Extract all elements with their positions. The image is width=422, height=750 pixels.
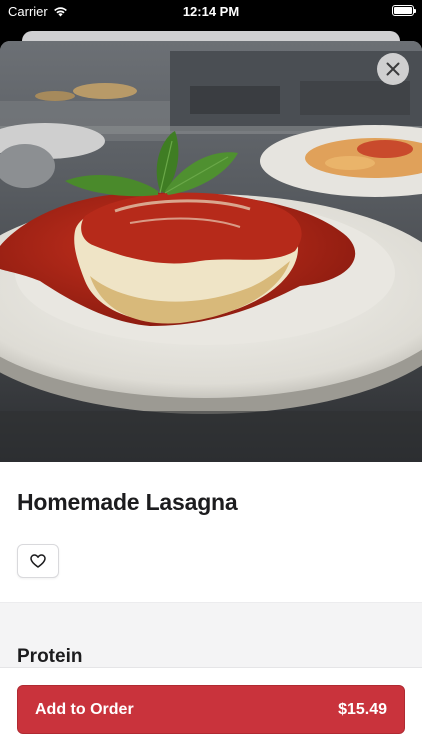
status-time: 12:14 PM (182, 4, 240, 19)
close-icon (386, 62, 400, 76)
add-to-order-button[interactable]: Add to Order $15.49 (17, 685, 405, 734)
battery-icon (392, 5, 416, 16)
battery-group (392, 5, 416, 16)
favorite-button[interactable] (17, 544, 59, 578)
add-to-order-label: Add to Order (35, 700, 134, 718)
item-title: Homemade Lasagna (17, 489, 238, 515)
status-bar: Carrier 12:14 PM (0, 0, 422, 26)
heart-outline-icon (30, 554, 46, 568)
order-price: $15.49 (338, 700, 387, 718)
bottom-action-bar: Add to Order $15.49 (0, 667, 422, 750)
lasagna-photo-illustration (0, 41, 422, 462)
close-button[interactable] (377, 53, 409, 85)
item-detail-sheet: Homemade Lasagna Protein Add to Order $1… (0, 41, 422, 750)
protein-section-title: Protein (17, 646, 83, 667)
item-photo (0, 41, 422, 462)
screen: Carrier 12:14 PM Homemade Lasagna Protei… (0, 0, 422, 750)
battery-fill (394, 7, 412, 14)
